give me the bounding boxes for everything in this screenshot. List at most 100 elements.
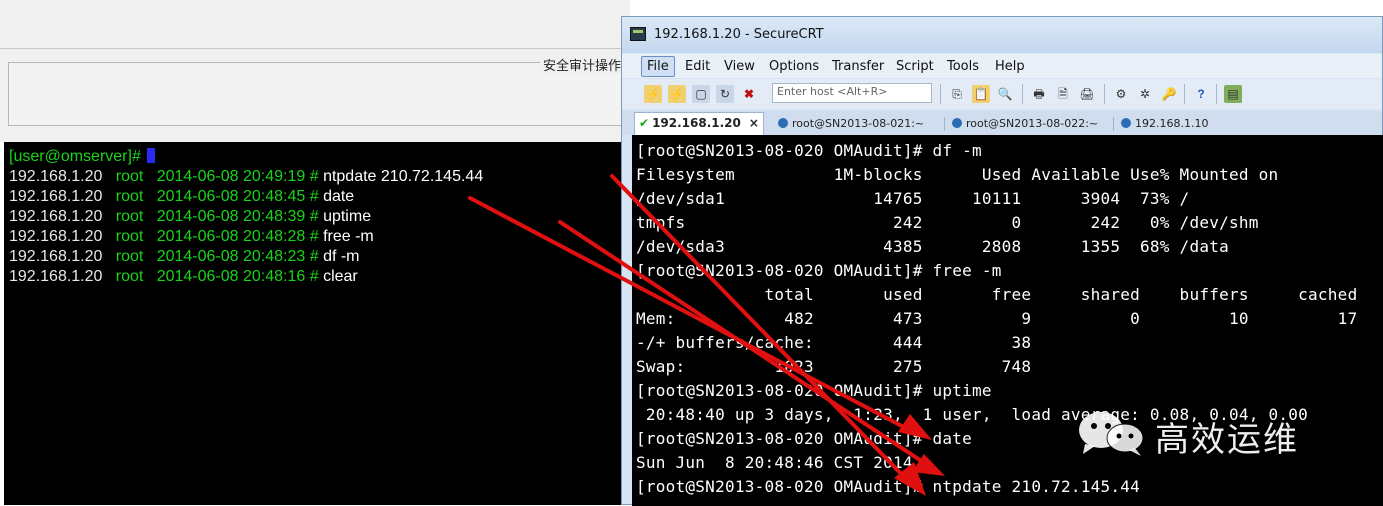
terminal-line: /dev/sda1 14765 10111 3904 73% / bbox=[636, 189, 1190, 208]
terminal-line: Filesystem 1M-blocks Used Available Use%… bbox=[636, 165, 1279, 184]
terminal-line: [root@SN2013-08-020 OMAudit]# date bbox=[636, 429, 973, 448]
menu-edit[interactable]: Edit bbox=[680, 58, 715, 75]
log-time: 2014-06-08 20:48:39 # bbox=[156, 208, 319, 225]
audit-log-row: 192.168.1.20 root 2014-06-08 20:48:23 # … bbox=[9, 247, 360, 267]
tab-separator bbox=[944, 117, 945, 131]
watermark-text: 高效运维 bbox=[1155, 420, 1299, 460]
session-tabs: ✔ 192.168.1.20 × root@SN2013-08-021:~ root… bbox=[622, 111, 1382, 135]
menu-tools[interactable]: Tools bbox=[942, 58, 984, 75]
sftp-icon[interactable]: ▤ bbox=[1224, 85, 1242, 103]
log-ip: 192.168.1.20 bbox=[9, 248, 103, 265]
log-command: df -m bbox=[323, 248, 360, 265]
copy-icon[interactable]: ⎘ bbox=[948, 85, 966, 103]
log-ip: 192.168.1.20 bbox=[9, 168, 103, 185]
audit-log-terminal[interactable]: [user@omserver]# 192.168.1.20 root 2014-… bbox=[4, 142, 629, 505]
log-ip: 192.168.1.20 bbox=[9, 188, 103, 205]
log-user: root bbox=[115, 208, 144, 225]
terminal-line: total used free shared buffers cached bbox=[636, 285, 1358, 304]
host-input[interactable]: Enter host <Alt+R> bbox=[772, 83, 932, 103]
cursor bbox=[146, 148, 155, 163]
terminal-line: /dev/sda3 4385 2808 1355 68% /data bbox=[636, 237, 1229, 256]
title-bar[interactable]: 192.168.1.20 - SecureCRT bbox=[622, 17, 1382, 53]
toolbar-separator bbox=[1216, 84, 1217, 104]
session-status-icon bbox=[952, 118, 962, 128]
tab-label: 192.168.1.10 bbox=[1135, 117, 1209, 130]
window-title: 192.168.1.20 - SecureCRT bbox=[654, 27, 824, 42]
terminal-line: Mem: 482 473 9 0 10 17 bbox=[636, 309, 1358, 328]
menu-bar: File Edit View Options Transfer Script T… bbox=[622, 54, 1382, 78]
session-status-icon bbox=[778, 118, 788, 128]
audit-log-row: 192.168.1.20 root 2014-06-08 20:48:39 # … bbox=[9, 207, 371, 227]
menu-help[interactable]: Help bbox=[990, 58, 1030, 75]
wechat-icon bbox=[1079, 412, 1144, 456]
global-options-icon[interactable]: ✲ bbox=[1136, 85, 1154, 103]
paste-icon[interactable]: 📋 bbox=[972, 85, 990, 103]
audit-log-row: 192.168.1.20 root 2014-06-08 20:48:45 # … bbox=[9, 187, 354, 207]
print-icon[interactable]: 🖶 bbox=[1030, 85, 1048, 103]
log-time: 2014-06-08 20:48:28 # bbox=[156, 228, 319, 245]
menu-script[interactable]: Script bbox=[891, 58, 939, 75]
toolbar-separator bbox=[940, 84, 941, 104]
quick-connect-icon[interactable]: ⚡ bbox=[668, 85, 686, 103]
find-icon[interactable]: 🔍 bbox=[996, 85, 1014, 103]
tab-label: root@SN2013-08-022:~ bbox=[966, 117, 1099, 130]
tab-label: root@SN2013-08-021:~ bbox=[792, 117, 925, 130]
help-icon[interactable]: ? bbox=[1192, 85, 1210, 103]
audit-log-row: 192.168.1.20 root 2014-06-08 20:48:28 # … bbox=[9, 227, 374, 247]
log-user: root bbox=[115, 188, 144, 205]
log-time: 2014-06-08 20:49:19 # bbox=[156, 168, 319, 185]
divider bbox=[0, 48, 630, 49]
terminal-line: Swap: 1023 275 748 bbox=[636, 357, 1032, 376]
log-time: 2014-06-08 20:48:45 # bbox=[156, 188, 319, 205]
tab-label: 192.168.1.20 bbox=[652, 116, 741, 130]
log-command: free -m bbox=[323, 228, 374, 245]
log-ip: 192.168.1.20 bbox=[9, 268, 103, 285]
reconnect-icon[interactable]: ↻ bbox=[716, 85, 734, 103]
toolbar-separator bbox=[1022, 84, 1023, 104]
terminal-line: [root@SN2013-08-020 OMAudit]# ntpdate 21… bbox=[636, 477, 1141, 496]
terminal-line: [root@SN2013-08-020 OMAudit]# uptime bbox=[636, 381, 992, 400]
log-user: root bbox=[115, 168, 144, 185]
connect-tab-icon[interactable]: ▢ bbox=[692, 85, 710, 103]
tab-192-168-1-20[interactable]: ✔ 192.168.1.20 × bbox=[634, 112, 764, 135]
log-command: clear bbox=[323, 268, 358, 285]
audit-prompt: [user@omserver]# bbox=[9, 148, 141, 165]
log-user: root bbox=[115, 228, 144, 245]
log-user: root bbox=[115, 268, 144, 285]
connect-icon[interactable]: ⚡ bbox=[644, 85, 662, 103]
log-command: date bbox=[323, 188, 355, 205]
print-selection-icon[interactable]: 🗎 bbox=[1054, 85, 1072, 103]
menu-transfer[interactable]: Transfer bbox=[827, 58, 889, 75]
terminal-line: Sun Jun 8 20:48:46 CST 2014 bbox=[636, 453, 913, 472]
menu-view[interactable]: View bbox=[719, 58, 760, 75]
securecrt-app-icon bbox=[630, 27, 646, 41]
toolbar: ⚡ ⚡ ▢ ↻ ✖ Enter host <Alt+R> ⎘ 📋 🔍 🖶 🗎 🖨… bbox=[622, 79, 1382, 109]
connected-check-icon: ✔ bbox=[639, 116, 650, 130]
toolbar-separator bbox=[1104, 84, 1105, 104]
disconnect-icon[interactable]: ✖ bbox=[740, 85, 758, 103]
log-ip: 192.168.1.20 bbox=[9, 208, 103, 225]
audit-prompt-line: [user@omserver]# bbox=[9, 147, 155, 167]
tab-sn2013-08-021[interactable]: root@SN2013-08-021:~ bbox=[774, 114, 928, 134]
audit-log-row: 192.168.1.20 root 2014-06-08 20:48:16 # … bbox=[9, 267, 358, 287]
log-user: root bbox=[115, 248, 144, 265]
log-ip: 192.168.1.20 bbox=[9, 228, 103, 245]
menu-file[interactable]: File bbox=[641, 56, 675, 77]
session-options-icon[interactable]: ⚙ bbox=[1112, 85, 1130, 103]
keymap-icon[interactable]: 🔑 bbox=[1160, 85, 1178, 103]
tab-close-icon[interactable]: × bbox=[749, 116, 759, 130]
terminal-line: [root@SN2013-08-020 OMAudit]# df -m bbox=[636, 141, 982, 160]
log-time: 2014-06-08 20:48:23 # bbox=[156, 248, 319, 265]
menu-options[interactable]: Options bbox=[764, 58, 824, 75]
watermark: 高效运维 bbox=[1075, 408, 1345, 460]
tab-192-168-1-10[interactable]: 192.168.1.10 bbox=[1117, 114, 1212, 134]
log-command: ntpdate 210.72.145.44 bbox=[323, 168, 484, 185]
tab-sn2013-08-022[interactable]: root@SN2013-08-022:~ bbox=[948, 114, 1102, 134]
print-setup-icon[interactable]: 🖨 bbox=[1078, 85, 1096, 103]
tab-separator bbox=[1113, 117, 1114, 131]
terminal-line: [root@SN2013-08-020 OMAudit]# free -m bbox=[636, 261, 1002, 280]
log-time: 2014-06-08 20:48:16 # bbox=[156, 268, 319, 285]
terminal-line: -/+ buffers/cache: 444 38 bbox=[636, 333, 1032, 352]
log-command: uptime bbox=[323, 208, 372, 225]
audit-groupbox-legend: 安全审计操作 bbox=[540, 55, 625, 74]
